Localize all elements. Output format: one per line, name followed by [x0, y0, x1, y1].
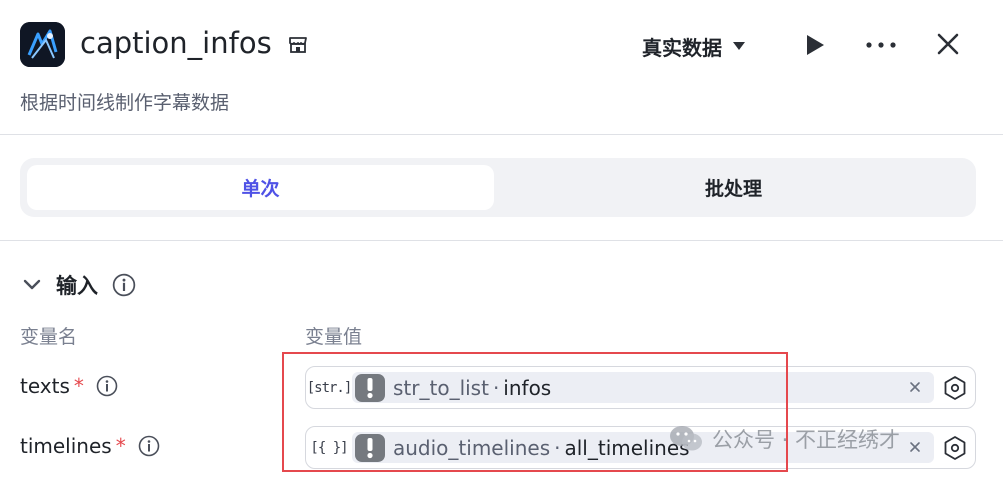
data-source-select[interactable]: 真实数据 — [642, 30, 746, 62]
reference-text: audio_timelines · all_timelines — [393, 436, 690, 460]
section-title: 输入 — [56, 274, 98, 298]
variable-name: texts — [20, 374, 70, 398]
more-icon — [866, 42, 896, 48]
info-icon[interactable] — [96, 375, 118, 397]
plugin-logo-icon — [20, 22, 65, 67]
clear-icon[interactable] — [906, 378, 924, 396]
page-subtitle: 根据时间线制作字幕数据 — [20, 92, 230, 114]
reference-separator: · — [492, 375, 500, 400]
chevron-down-icon[interactable] — [22, 278, 42, 292]
play-icon — [807, 35, 824, 55]
required-mark: * — [73, 374, 84, 398]
column-header-value: 变量值 — [305, 326, 363, 348]
column-header-name: 变量名 — [20, 326, 78, 348]
tab-single[interactable]: 单次 — [27, 165, 494, 210]
texts-value-field[interactable]: [str.] str_to_list · infos — [305, 366, 976, 409]
info-icon[interactable] — [138, 435, 160, 457]
input-section-header[interactable]: 输入 — [22, 270, 136, 300]
data-source-label: 真实数据 — [642, 35, 722, 60]
info-icon[interactable] — [112, 273, 136, 297]
settings-icon[interactable] — [942, 435, 968, 461]
variable-name: timelines — [20, 434, 112, 458]
reference-text: str_to_list · infos — [393, 376, 551, 400]
settings-icon[interactable] — [942, 375, 968, 401]
watermark-text: 公众号 · 不正经绣才 — [712, 428, 901, 452]
close-button[interactable] — [935, 31, 961, 57]
run-button[interactable] — [803, 33, 827, 57]
more-button[interactable] — [864, 33, 898, 57]
reference-field: infos — [503, 375, 552, 400]
type-tag-string-list: [str.] — [306, 379, 353, 396]
warning-icon — [355, 373, 385, 402]
page-title: caption_infos — [80, 26, 272, 60]
caret-down-icon — [733, 42, 745, 50]
close-icon — [937, 33, 959, 55]
reference-node: audio_timelines — [393, 435, 551, 460]
reference-separator: · — [554, 435, 561, 460]
store-icon[interactable] — [287, 34, 309, 56]
tabs-divider — [0, 240, 1003, 241]
reference-node: str_to_list — [393, 375, 489, 400]
mode-tabs: 单次 批处理 — [20, 158, 976, 217]
required-mark: * — [115, 434, 126, 458]
clear-icon[interactable] — [906, 438, 924, 456]
type-tag-object-list: [{ }] — [310, 439, 348, 456]
wechat-icon — [670, 426, 702, 451]
warning-icon — [355, 433, 385, 462]
variable-name-timelines: timelines * — [20, 434, 160, 458]
variable-reference-chip[interactable]: str_to_list · infos — [352, 372, 934, 403]
watermark: 公众号 · 不正经绣才 — [668, 424, 900, 454]
tab-batch[interactable]: 批处理 — [498, 165, 969, 210]
header-divider — [0, 134, 1003, 135]
variable-name-texts: texts * — [20, 374, 118, 398]
